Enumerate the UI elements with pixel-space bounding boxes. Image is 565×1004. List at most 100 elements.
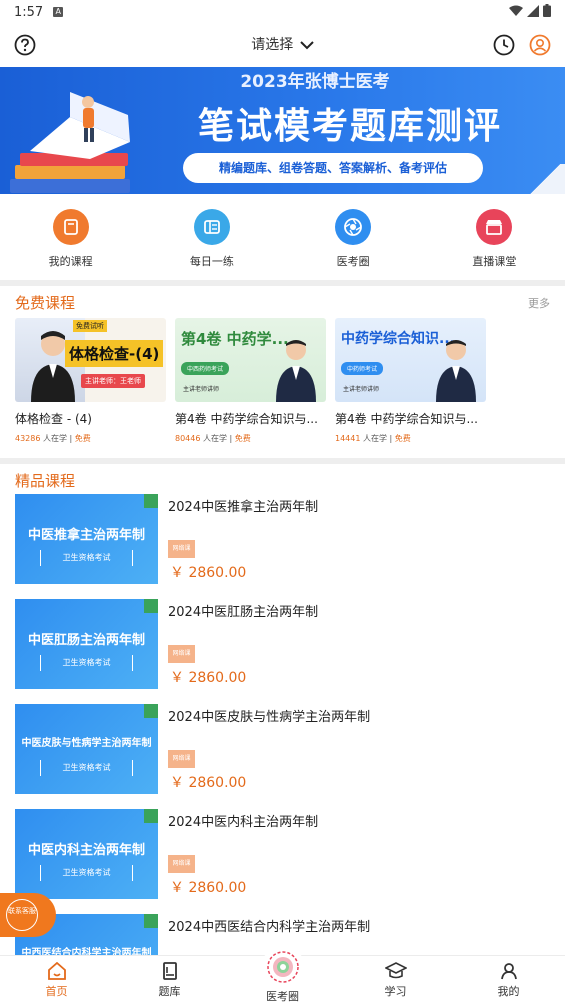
- free-tag: 免费: [74, 434, 91, 443]
- course-meta: 43286 人在学 | 免费: [15, 433, 166, 444]
- thumb-title: 体格检查-(4): [65, 340, 164, 367]
- quick-nav-label: 每日一练: [189, 255, 234, 268]
- exam-selector-label: 请选择: [251, 37, 294, 53]
- contact-service-label: 联系客服: [6, 899, 38, 931]
- exam-selector-dropdown[interactable]: 请选择: [251, 37, 314, 53]
- course-thumbnail: 第4卷 中药学... 中西药师考试 主讲老师讲师: [175, 318, 326, 402]
- help-icon[interactable]: [14, 34, 36, 56]
- learner-count: 14441: [335, 434, 361, 443]
- top-header: 请选择: [0, 28, 565, 64]
- contact-service-button[interactable]: 联系客服: [0, 893, 56, 937]
- course-thumbnail: 中医推拿主治两年制 卫生资格考试: [15, 494, 158, 584]
- thumb-corner-badge: [144, 704, 158, 718]
- thumb-title: 第4卷 中药学...: [181, 330, 289, 348]
- banner-subtitle: 精编题库、组卷答题、答案解析、备考评估: [183, 153, 483, 183]
- free-course-card[interactable]: 中药学综合知识... 中药师考试 主讲老师讲师 第4卷 中药学综合知识与... …: [335, 318, 486, 444]
- bottom-nav-study[interactable]: 学习: [339, 956, 452, 1004]
- thumb-subtitle: 卫生资格考试: [40, 655, 133, 671]
- quick-nav-daily-practice[interactable]: 每日一练: [141, 200, 282, 276]
- thumb-badge: 中西药师考试: [181, 362, 230, 375]
- course-meta: 80446 人在学 | 免费: [175, 433, 326, 444]
- status-bar: 1:57 A: [0, 0, 565, 24]
- free-courses-title: 免费课程: [15, 294, 76, 312]
- teacher-photo-icon: [276, 340, 316, 402]
- thumb-subtitle: 卫生资格考试: [40, 760, 133, 776]
- quick-nav: 我的课程 每日一练 医考圈 直播课堂: [0, 200, 565, 276]
- course-name: 2024中医推拿主治两年制: [168, 500, 319, 515]
- thumb-title: 中西医结合内科学主治两年制: [21, 948, 152, 955]
- free-course-card[interactable]: 第4卷 中药学... 中西药师考试 主讲老师讲师 第4卷 中药学综合知识与...…: [175, 318, 326, 444]
- thumb-corner-badge: [144, 809, 158, 823]
- learner-suffix: 人在学 |: [360, 434, 395, 443]
- free-tag: 免费: [394, 434, 411, 443]
- bottom-nav-profile[interactable]: 我的: [452, 956, 565, 1004]
- thumb-teacher: 主讲老师讲师: [183, 386, 220, 393]
- course-type-tag: 网络课: [168, 855, 195, 873]
- status-time: 1:57: [14, 4, 44, 20]
- premium-course-item[interactable]: 中医推拿主治两年制 卫生资格考试 2024中医推拿主治两年制 网络课 ￥ 286…: [15, 494, 555, 584]
- thumb-teacher: 主讲老师讲师: [343, 386, 380, 393]
- promo-banner[interactable]: 2023年张博士医考 笔试模考题库测评 精编题库、组卷答题、答案解析、备考评估: [0, 67, 565, 194]
- more-link[interactable]: 更多: [528, 295, 550, 311]
- course-name: 2024中医内科主治两年制: [168, 815, 319, 830]
- teacher-photo-icon: [436, 340, 476, 402]
- quick-nav-live-class[interactable]: 直播课堂: [424, 200, 565, 276]
- thumb-badge: 免费试听: [73, 320, 107, 332]
- bottom-nav-label: 首页: [45, 985, 68, 998]
- thumb-title: 中医肛肠主治两年制: [27, 633, 145, 648]
- question-bank-icon: [162, 962, 177, 980]
- quick-nav-label: 医考圈: [336, 255, 370, 268]
- status-icons: [509, 4, 551, 17]
- course-meta: 14441 人在学 | 免费: [335, 433, 486, 444]
- quick-nav-exam-circle[interactable]: 医考圈: [283, 200, 424, 276]
- banner-top-line: 2023年张博士医考: [240, 72, 390, 92]
- bottom-nav-circle[interactable]: 医考圈: [226, 948, 339, 1004]
- books-illustration: [10, 92, 130, 193]
- circle-icon: [259, 948, 306, 986]
- user-avatar-icon[interactable]: [529, 34, 551, 56]
- exam-selector: 请选择: [0, 34, 565, 54]
- bottom-nav: 首页 题库 医考圈 学习 我的: [0, 948, 565, 1004]
- quick-nav-my-courses[interactable]: 我的课程: [0, 200, 141, 276]
- course-title: 第4卷 中药学综合知识与...: [175, 412, 318, 426]
- course-price: ￥ 2860.00: [170, 880, 247, 896]
- course-price: ￥ 2860.00: [170, 565, 247, 581]
- thumb-title: 中医皮肤与性病学主治两年制: [21, 738, 152, 749]
- thumb-teacher: 主讲老师：王老师: [81, 374, 145, 388]
- premium-course-item[interactable]: 中医皮肤与性病学主治两年制 卫生资格考试 2024中医皮肤与性病学主治两年制 网…: [15, 704, 555, 794]
- chevron-down-icon: [300, 41, 314, 50]
- course-title: 体格检查 - (4): [15, 412, 92, 426]
- thumb-corner-badge: [144, 599, 158, 613]
- thumb-title: 中医推拿主治两年制: [27, 528, 145, 543]
- thumb-title: 中医内科主治两年制: [27, 843, 145, 858]
- premium-courses-title: 精品课程: [15, 472, 76, 490]
- aperture-icon: [335, 209, 372, 245]
- course-title: 第4卷 中药学综合知识与...: [335, 412, 478, 426]
- bottom-nav-label: 医考圈: [266, 990, 299, 1003]
- bottom-nav-label: 学习: [384, 985, 407, 998]
- bottom-nav-label: 题库: [158, 985, 181, 998]
- course-thumbnail: 中药学综合知识... 中药师考试 主讲老师讲师: [335, 318, 486, 402]
- course-type-tag: 网络课: [168, 750, 195, 768]
- course-thumbnail: 中医皮肤与性病学主治两年制 卫生资格考试: [15, 704, 158, 794]
- course-thumbnail: 中医内科主治两年制 卫生资格考试: [15, 809, 158, 899]
- course-type-tag: 网络课: [168, 645, 195, 663]
- bottom-nav-home[interactable]: 首页: [0, 956, 113, 1004]
- clock-icon[interactable]: [493, 34, 515, 56]
- learner-count: 43286: [15, 434, 41, 443]
- course-type-tag: 网络课: [168, 540, 195, 558]
- course-price: ￥ 2860.00: [170, 670, 247, 686]
- course-name: 2024中医肛肠主治两年制: [168, 605, 319, 620]
- banner-title: 笔试模考题库测评: [197, 106, 502, 147]
- premium-course-item[interactable]: 中医内科主治两年制 卫生资格考试 2024中医内科主治两年制 网络课 ￥ 286…: [15, 809, 555, 899]
- signal-icon: [527, 4, 539, 17]
- home-icon: [47, 962, 66, 980]
- bottom-nav-question-bank[interactable]: 题库: [113, 956, 226, 1004]
- free-course-card[interactable]: 免费试听 体格检查-(4) 主讲老师：王老师 体格检查 - (4) 43286 …: [15, 318, 166, 444]
- learner-suffix: 人在学 |: [200, 434, 235, 443]
- premium-course-item[interactable]: 中医肛肠主治两年制 卫生资格考试 2024中医肛肠主治两年制 网络课 ￥ 286…: [15, 599, 555, 689]
- course-thumbnail: 免费试听 体格检查-(4) 主讲老师：王老师: [15, 318, 166, 402]
- section-divider: [0, 280, 565, 286]
- thumb-subtitle: 卫生资格考试: [40, 865, 133, 881]
- practice-icon: [193, 209, 230, 245]
